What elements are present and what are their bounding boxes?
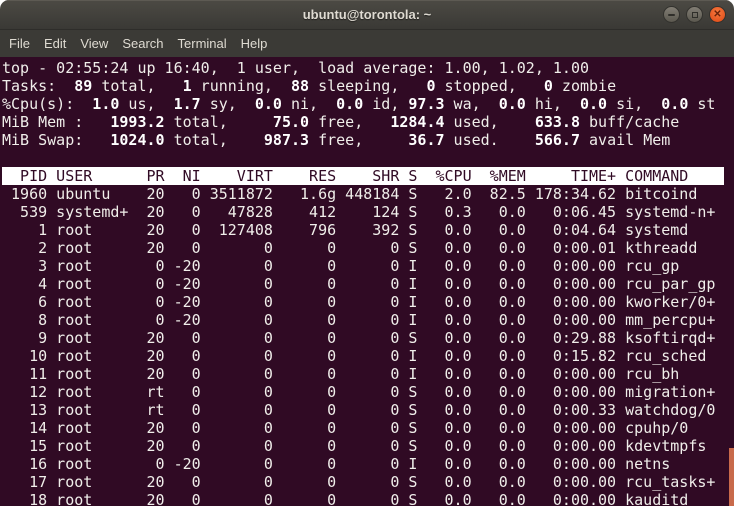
process-row: 10 root 20 0 0 0 0 I 0.0 0.0 0:15.82 rcu… <box>2 347 734 365</box>
summary-segment: running, <box>192 77 282 95</box>
process-row: 6 root 0 -20 0 0 0 I 0.0 0.0 0:00.00 kwo… <box>2 293 734 311</box>
summary-segment: MiB Swap: <box>2 131 92 149</box>
process-row: 539 systemd+ 20 0 47828 412 124 S 0.3 0.… <box>2 203 734 221</box>
summary-segment: buff/cache <box>580 113 679 131</box>
top-summary-line: Tasks: 89 total, 1 running, 88 sleeping,… <box>2 77 734 95</box>
summary-segment: 0.0 <box>327 95 363 113</box>
process-row: 9 root 20 0 0 0 0 S 0.0 0.0 0:29.88 ksof… <box>2 329 734 347</box>
summary-segment: 1024.0 <box>92 131 164 149</box>
blank-line <box>2 149 734 167</box>
summary-segment: 36.7 <box>372 131 444 149</box>
process-row: 14 root 20 0 0 0 0 S 0.0 0.0 0:00.00 cpu… <box>2 419 734 437</box>
summary-segment: free, <box>309 131 372 149</box>
process-row: 1960 ubuntu 20 0 3511872 1.6g 448184 S 2… <box>2 185 734 203</box>
summary-segment: sleeping, <box>309 77 417 95</box>
top-summary-line: %Cpu(s): 1.0 us, 1.7 sy, 0.0 ni, 0.0 id,… <box>2 95 734 113</box>
summary-segment: 0.0 <box>652 95 688 113</box>
summary-segment: ni, <box>282 95 327 113</box>
table-header-text: PID USER PR NI VIRT RES SHR S %CPU %MEM … <box>2 167 724 185</box>
process-row: 3 root 0 -20 0 0 0 I 0.0 0.0 0:00.00 rcu… <box>2 257 734 275</box>
summary-segment: 97.3 <box>408 95 444 113</box>
summary-segment: stopped, <box>436 77 535 95</box>
titlebar[interactable]: ubuntu@torontola: ~ ✕ <box>0 0 734 30</box>
summary-segment: si, <box>607 95 652 113</box>
process-row: 15 root 20 0 0 0 0 S 0.0 0.0 0:00.00 kde… <box>2 437 734 455</box>
summary-segment: 1993.2 <box>92 113 164 131</box>
summary-segment: %Cpu(s): <box>2 95 83 113</box>
menu-item-file[interactable]: File <box>2 32 37 55</box>
top-summary-line: top - 02:55:24 up 16:40, 1 user, load av… <box>2 59 734 77</box>
maximize-icon <box>692 12 698 18</box>
summary-segment: 987.3 <box>237 131 309 149</box>
summary-segment: 75.0 <box>237 113 309 131</box>
summary-segment: 0.0 <box>571 95 607 113</box>
process-row: 2 root 20 0 0 0 0 S 0.0 0.0 0:00.01 kthr… <box>2 239 734 257</box>
terminal-screen[interactable]: top - 02:55:24 up 16:40, 1 user, load av… <box>0 57 734 506</box>
summary-segment: MiB Mem : <box>2 113 92 131</box>
summary-segment: Tasks: <box>2 77 65 95</box>
summary-segment: 566.7 <box>508 131 580 149</box>
process-row: 13 root rt 0 0 0 0 S 0.0 0.0 0:00.33 wat… <box>2 401 734 419</box>
menu-item-search[interactable]: Search <box>115 32 170 55</box>
summary-segment: 1.7 <box>165 95 201 113</box>
process-row: 8 root 0 -20 0 0 0 I 0.0 0.0 0:00.00 mm_… <box>2 311 734 329</box>
close-icon: ✕ <box>713 10 721 20</box>
process-table-header: PID USER PR NI VIRT RES SHR S %CPU %MEM … <box>2 167 734 185</box>
process-row: 17 root 20 0 0 0 0 S 0.0 0.0 0:00.00 rcu… <box>2 473 734 491</box>
close-button[interactable]: ✕ <box>709 6 726 23</box>
summary-segment: sy, <box>201 95 246 113</box>
summary-segment: zombie <box>553 77 616 95</box>
menu-item-edit[interactable]: Edit <box>37 32 73 55</box>
process-row: 16 root 0 -20 0 0 0 I 0.0 0.0 0:00.00 ne… <box>2 455 734 473</box>
summary-segment: total, <box>165 131 237 149</box>
summary-segment: st <box>688 95 715 113</box>
terminal-output: top - 02:55:24 up 16:40, 1 user, load av… <box>0 57 734 506</box>
summary-segment: 0.0 <box>490 95 526 113</box>
menu-item-view[interactable]: View <box>73 32 115 55</box>
summary-segment: 633.8 <box>508 113 580 131</box>
summary-segment: 0 <box>417 77 435 95</box>
window-controls: ✕ <box>663 0 726 29</box>
summary-segment: us, <box>119 95 164 113</box>
summary-segment: avail Mem <box>580 131 670 149</box>
summary-segment: 0 <box>535 77 553 95</box>
summary-segment: total, <box>92 77 173 95</box>
process-row: 1 root 20 0 127408 796 392 S 0.0 0.0 0:0… <box>2 221 734 239</box>
maximize-button[interactable] <box>686 6 703 23</box>
summary-segment: 1284.4 <box>372 113 444 131</box>
summary-segment: total, <box>165 113 237 131</box>
summary-segment: id, <box>363 95 408 113</box>
process-row: 4 root 0 -20 0 0 0 I 0.0 0.0 0:00.00 rcu… <box>2 275 734 293</box>
minimize-icon <box>668 14 675 16</box>
process-row: 12 root rt 0 0 0 0 S 0.0 0.0 0:00.00 mig… <box>2 383 734 401</box>
window-title: ubuntu@torontola: ~ <box>0 0 734 29</box>
summary-segment: 1.0 <box>83 95 119 113</box>
summary-segment: wa, <box>445 95 490 113</box>
terminal-window: ubuntu@torontola: ~ ✕ FileEditViewSearch… <box>0 0 734 506</box>
top-summary-line: MiB Mem : 1993.2 total, 75.0 free, 1284.… <box>2 113 734 131</box>
menu-item-terminal[interactable]: Terminal <box>171 32 234 55</box>
summary-segment: used. <box>445 131 508 149</box>
menu-item-help[interactable]: Help <box>234 32 275 55</box>
summary-segment: hi, <box>526 95 571 113</box>
summary-segment: 89 <box>65 77 92 95</box>
summary-segment: 88 <box>282 77 309 95</box>
top-summary-line: MiB Swap: 1024.0 total, 987.3 free, 36.7… <box>2 131 734 149</box>
menubar: FileEditViewSearchTerminalHelp <box>0 30 734 57</box>
summary-segment: free, <box>309 113 372 131</box>
minimize-button[interactable] <box>663 6 680 23</box>
summary-segment: used, <box>445 113 508 131</box>
process-row: 18 root 20 0 0 0 0 S 0.0 0.0 0:00.00 kau… <box>2 491 734 506</box>
summary-segment: 1 <box>174 77 192 95</box>
process-row: 11 root 20 0 0 0 0 I 0.0 0.0 0:00.00 rcu… <box>2 365 734 383</box>
scrollbar-thumb[interactable] <box>729 448 734 506</box>
summary-segment: top - 02:55:24 up 16:40, 1 user, load av… <box>2 59 589 77</box>
summary-segment: 0.0 <box>246 95 282 113</box>
